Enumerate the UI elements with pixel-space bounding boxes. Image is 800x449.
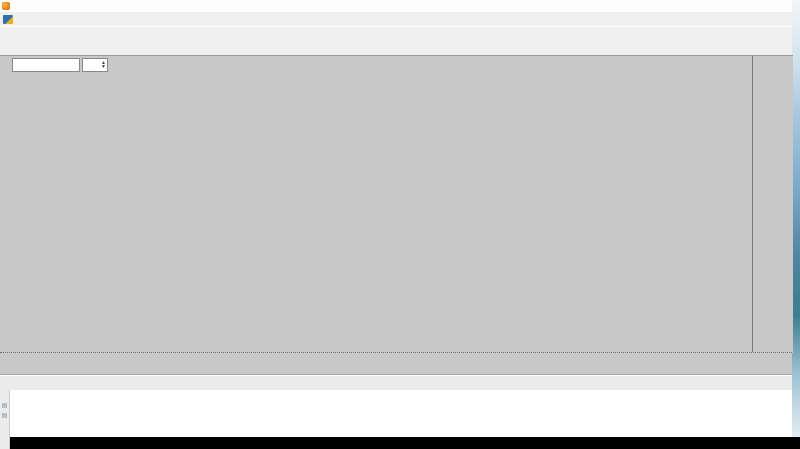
menu-bar: [0, 12, 792, 26]
spinner-arrows-icon[interactable]: ▲ ▼: [101, 61, 106, 70]
toolbox-edge-strip: ▤ ▤: [0, 390, 10, 449]
desktop-wallpaper: ▲ ▼ ▤ ▤: [0, 0, 800, 449]
history-panel: ▤ ▤: [0, 390, 792, 449]
clipboard-icon: ▤: [1, 413, 8, 419]
time-axis[interactable]: [0, 352, 792, 376]
clipboard-icon: ▤: [1, 403, 8, 409]
price-scale[interactable]: [752, 55, 793, 353]
chart-area[interactable]: ▲ ▼: [0, 55, 752, 353]
mt5-logo-icon: [3, 14, 13, 24]
title-bar: [0, 0, 792, 12]
toolbar-main: [0, 26, 792, 46]
mt5-window: ▲ ▼ ▤ ▤: [0, 0, 793, 449]
volume-select[interactable]: [12, 58, 80, 72]
chart-inner-toolbar: ▲ ▼: [2, 58, 108, 72]
toolbar-drawing: [0, 45, 792, 55]
period-spinner[interactable]: ▲ ▼: [82, 58, 108, 72]
app-icon: [2, 2, 10, 10]
chart-tabs-bar: [0, 375, 792, 391]
